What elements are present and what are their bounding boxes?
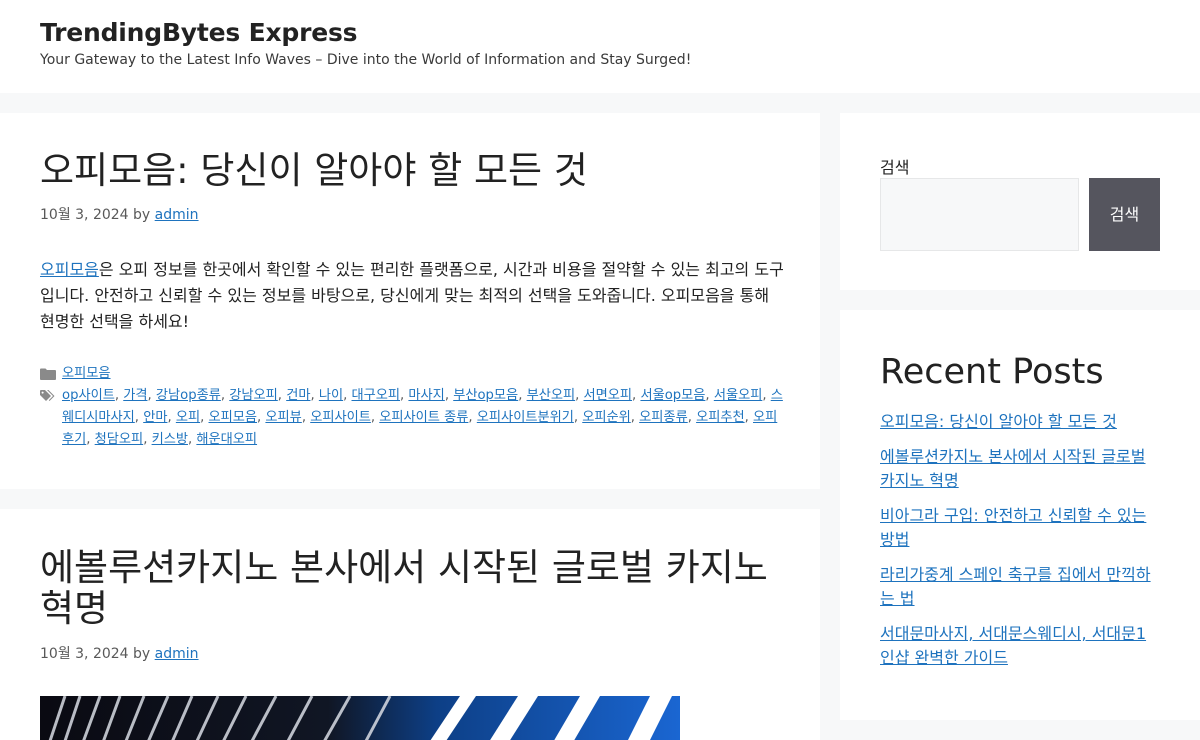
recent-post-link[interactable]: 라리가중계 스페인 축구를 집에서 만끽하는 법 bbox=[880, 565, 1151, 608]
recent-post-link[interactable]: 서대문마사지, 서대문스웨디시, 서대문1인샵 완벽한 가이드 bbox=[880, 624, 1146, 667]
tag-link[interactable]: 오피종류 bbox=[639, 410, 688, 425]
tag-link[interactable]: op사이트 bbox=[62, 388, 115, 403]
tag-link[interactable]: 서면오피 bbox=[584, 388, 633, 403]
list-item: 에볼루션카지노 본사에서 시작된 글로벌 카지노 혁명 bbox=[880, 445, 1160, 493]
tag-link[interactable]: 서울op모음 bbox=[640, 388, 705, 403]
tag-separator: , bbox=[518, 388, 527, 403]
tag-link[interactable]: 대구오피 bbox=[352, 388, 401, 403]
post-date: 10월 3, 2024 bbox=[40, 646, 129, 662]
post-by-label: by bbox=[133, 207, 151, 223]
recent-posts-widget: Recent Posts 오피모음: 당신이 알아야 할 모든 것 에볼루션카지… bbox=[840, 310, 1200, 720]
tag-link[interactable]: 오피추천 bbox=[696, 410, 745, 425]
widget-title: Recent Posts bbox=[880, 352, 1104, 392]
site-header: TrendingBytes Express Your Gateway to th… bbox=[0, 0, 1200, 93]
category-row: 오피모음 bbox=[40, 363, 785, 385]
post-meta: 10월 3, 2024 by admin bbox=[40, 204, 199, 224]
folder-icon bbox=[40, 368, 56, 380]
tag-link[interactable]: 오피뷰 bbox=[265, 410, 301, 425]
tag-link[interactable]: 안마 bbox=[143, 410, 167, 425]
tag-link[interactable]: 건마 bbox=[286, 388, 310, 403]
featured-image[interactable] bbox=[40, 696, 680, 740]
post-card: 오피모음: 당신이 알아야 할 모든 것 10월 3, 2024 by admi… bbox=[0, 113, 820, 489]
post-author-link[interactable]: admin bbox=[155, 207, 199, 223]
tag-link[interactable]: 서울오피 bbox=[714, 388, 763, 403]
tag-separator: , bbox=[277, 388, 287, 403]
tag-separator: , bbox=[343, 388, 352, 403]
tag-separator: , bbox=[200, 410, 209, 425]
tag-separator: , bbox=[86, 432, 95, 447]
tag-separator: , bbox=[630, 410, 640, 425]
tag-link[interactable]: 오피사이트분위기 bbox=[477, 410, 574, 425]
tag-link[interactable]: 부산오피 bbox=[527, 388, 576, 403]
recent-post-link[interactable]: 에볼루션카지노 본사에서 시작된 글로벌 카지노 혁명 bbox=[880, 447, 1146, 490]
recent-post-link[interactable]: 비아그라 구입: 안전하고 신뢰할 수 있는 방법 bbox=[880, 506, 1146, 549]
tag-link[interactable]: 해운대오피 bbox=[196, 432, 257, 447]
search-widget: 검색 검색 bbox=[840, 113, 1200, 290]
post-date: 10월 3, 2024 bbox=[40, 207, 129, 223]
site-description: Your Gateway to the Latest Info Waves – … bbox=[40, 52, 692, 68]
tag-separator: , bbox=[143, 432, 152, 447]
list-item: 오피모음: 당신이 알아야 할 모든 것 bbox=[880, 410, 1160, 434]
tag-link[interactable]: 키스방 bbox=[152, 432, 188, 447]
summary-link[interactable]: 오피모음 bbox=[40, 260, 99, 279]
tag-separator: , bbox=[301, 410, 311, 425]
tag-link[interactable]: 부산op모음 bbox=[453, 388, 518, 403]
tag-link[interactable]: 오피모음 bbox=[209, 410, 258, 425]
post-by-label: by bbox=[133, 646, 151, 662]
tag-separator: , bbox=[147, 388, 156, 403]
tag-separator: , bbox=[575, 388, 584, 403]
list-item: 서대문마사지, 서대문스웨디시, 서대문1인샵 완벽한 가이드 bbox=[880, 622, 1160, 670]
tags-list: op사이트, 가격, 강남op종류, 강남오피, 건마, 나이, 대구오피, 마… bbox=[62, 388, 783, 447]
tags-icon bbox=[40, 390, 55, 401]
post-summary: 오피모음은 오피 정보를 한곳에서 확인할 수 있는 편리한 플랫폼으로, 시간… bbox=[40, 257, 785, 335]
tag-separator: , bbox=[220, 388, 230, 403]
tag-separator: , bbox=[687, 410, 697, 425]
list-item: 비아그라 구입: 안전하고 신뢰할 수 있는 방법 bbox=[880, 504, 1160, 552]
tag-link[interactable]: 오피사이트 종류 bbox=[379, 410, 468, 425]
tag-link[interactable]: 나이 bbox=[319, 388, 343, 403]
tag-link[interactable]: 오피순위 bbox=[582, 410, 631, 425]
list-item: 라리가중계 스페인 축구를 집에서 만끽하는 법 bbox=[880, 563, 1160, 611]
search-input[interactable] bbox=[880, 178, 1079, 251]
category-link[interactable]: 오피모음 bbox=[62, 366, 111, 381]
tag-link[interactable]: 오피사이트 bbox=[310, 410, 371, 425]
post-title[interactable]: 오피모음: 당신이 알아야 할 모든 것 bbox=[40, 149, 780, 193]
tag-link[interactable]: 청담오피 bbox=[95, 432, 144, 447]
site-title[interactable]: TrendingBytes Express bbox=[40, 18, 358, 47]
tag-separator: , bbox=[762, 388, 771, 403]
tag-separator: , bbox=[744, 410, 754, 425]
search-label: 검색 bbox=[880, 158, 910, 177]
tag-separator: , bbox=[114, 388, 124, 403]
search-button[interactable]: 검색 bbox=[1089, 178, 1160, 251]
post-author-link[interactable]: admin bbox=[155, 646, 199, 662]
tag-link[interactable]: 강남오피 bbox=[229, 388, 278, 403]
tag-link[interactable]: 가격 bbox=[123, 388, 147, 403]
recent-posts-list: 오피모음: 당신이 알아야 할 모든 것 에볼루션카지노 본사에서 시작된 글로… bbox=[880, 410, 1160, 681]
recent-post-link[interactable]: 오피모음: 당신이 알아야 할 모든 것 bbox=[880, 412, 1117, 431]
post-title[interactable]: 에볼루션카지노 본사에서 시작된 글로벌 카지노 혁명 bbox=[40, 547, 780, 629]
tag-separator: , bbox=[134, 410, 144, 425]
post-footer-meta: 오피모음 op사이트, 가격, 강남op종류, 강남오피, 건마, 나이, 대구… bbox=[40, 363, 785, 451]
tag-link[interactable]: 오피 bbox=[176, 410, 200, 425]
tag-separator: , bbox=[468, 410, 477, 425]
tags-row: op사이트, 가격, 강남op종류, 강남오피, 건마, 나이, 대구오피, 마… bbox=[40, 385, 785, 451]
tag-separator: , bbox=[167, 410, 176, 425]
tag-separator: , bbox=[573, 410, 583, 425]
tag-separator: , bbox=[444, 388, 454, 403]
post-meta: 10월 3, 2024 by admin bbox=[40, 643, 199, 663]
tag-link[interactable]: 마사지 bbox=[408, 388, 444, 403]
post-card: 에볼루션카지노 본사에서 시작된 글로벌 카지노 혁명 10월 3, 2024 … bbox=[0, 509, 820, 740]
tag-link[interactable]: 강남op종류 bbox=[156, 388, 221, 403]
summary-text: 은 오피 정보를 한곳에서 확인할 수 있는 편리한 플랫폼으로, 시간과 비용… bbox=[40, 260, 784, 331]
tag-separator: , bbox=[705, 388, 714, 403]
tag-separator: , bbox=[310, 388, 319, 403]
